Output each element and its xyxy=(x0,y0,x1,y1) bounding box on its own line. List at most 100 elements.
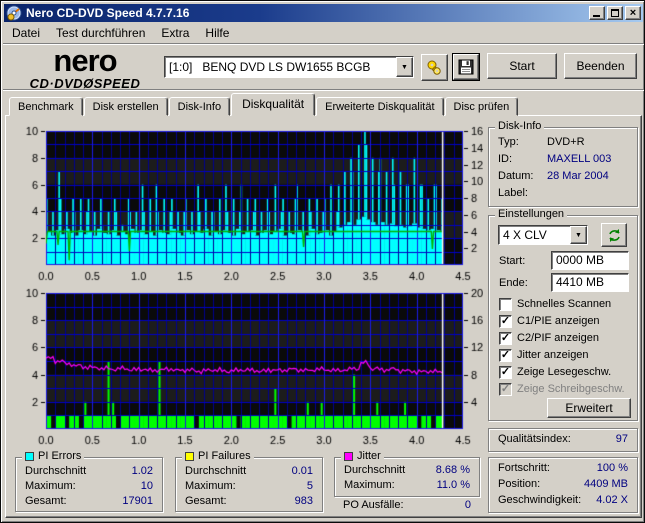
close-button[interactable]: × xyxy=(625,6,641,20)
quality-index-panel: Qualitätsindex: 97 xyxy=(488,428,638,452)
lesegeschw-label: Zeige Lesegeschw. xyxy=(517,366,612,378)
po-failures-row: PO Ausfälle: 0 xyxy=(334,499,480,514)
jitter-label: Jitter anzeigen xyxy=(517,349,589,361)
pi-failures-swatch xyxy=(185,451,194,461)
tab-disk-info[interactable]: Disk-Info xyxy=(168,97,231,116)
checkbox-jitter[interactable]: ✓ Jitter anzeigen xyxy=(499,348,589,362)
end-field[interactable]: 4410 MB xyxy=(551,273,629,292)
drive-select[interactable]: [1:0] BENQ DVD LS DW1655 BCGB ▼ xyxy=(164,56,414,78)
disk-info-title: Disk-Info xyxy=(495,120,545,132)
refresh-icon xyxy=(608,228,620,242)
jitter-legend: Jitter xyxy=(341,450,384,462)
checkbox-c2-pif[interactable]: ✓ C2/PIF anzeigen xyxy=(499,331,599,345)
label-label: Label: xyxy=(498,187,528,199)
progress-label: Fortschritt: xyxy=(498,462,550,474)
header-separator xyxy=(3,89,644,91)
tab-erweiterte-diskqualitaet[interactable]: Erweiterte Diskqualität xyxy=(316,97,444,116)
pi-errors-chart xyxy=(11,120,483,286)
scan-speed-value: 4 X CLV xyxy=(503,228,547,242)
minimize-button[interactable] xyxy=(589,6,605,20)
maximize-icon xyxy=(611,9,619,17)
speed-label: Geschwindigkeit: xyxy=(498,494,582,506)
c2-pif-checkbox[interactable]: ✓ xyxy=(499,331,512,345)
pif-max-label: Maximum: xyxy=(185,480,236,492)
pie-avg-label: Durchschnitt xyxy=(25,465,87,477)
start-button[interactable]: Start xyxy=(487,53,557,79)
po-failures-label: PO Ausfälle: xyxy=(343,499,404,511)
schnelles-scannen-checkbox[interactable] xyxy=(499,297,512,311)
scan-speed-select[interactable]: 4 X CLV ▼ xyxy=(498,225,588,245)
quality-index-label: Qualitätsindex: xyxy=(498,433,571,445)
pie-total-value: 17901 xyxy=(122,495,153,507)
save-button[interactable] xyxy=(452,53,480,81)
jitter-panel: Jitter Durchschnitt 8.68 % Maximum: 11.0 % xyxy=(334,450,480,497)
position-label: Position: xyxy=(498,478,541,490)
settings-group: Einstellungen 4 X CLV ▼ Start: 0000 MB E… xyxy=(488,208,638,421)
quit-button[interactable]: Beenden xyxy=(564,53,637,79)
jitter-swatch xyxy=(344,451,353,461)
pi-errors-swatch xyxy=(25,451,34,461)
advanced-button-label: Erweitert xyxy=(565,401,613,415)
jitter-checkbox[interactable]: ✓ xyxy=(499,348,512,362)
drive-select-value: [1:0] BENQ DVD LS DW1655 BCGB xyxy=(169,60,371,74)
menu-extra[interactable]: Extra xyxy=(153,24,197,42)
lesegeschw-checkbox[interactable]: ✓ xyxy=(499,365,512,379)
menu-test-durchfuehren[interactable]: Test durchführen xyxy=(48,24,153,42)
menu-hilfe[interactable]: Hilfe xyxy=(197,24,237,42)
pi-failures-jitter-chart xyxy=(11,285,483,445)
quit-button-label: Beenden xyxy=(576,59,625,73)
pi-failures-title: PI Failures xyxy=(198,450,251,462)
refresh-button[interactable] xyxy=(601,223,627,247)
minimize-icon xyxy=(593,15,600,17)
checkbox-schnelles-scannen[interactable]: Schnelles Scannen xyxy=(499,297,611,311)
menu-datei[interactable]: Datei xyxy=(4,24,48,42)
start-field[interactable]: 0000 MB xyxy=(551,251,629,270)
checkbox-c1-pie[interactable]: ✓ C1/PIE anzeigen xyxy=(499,314,600,328)
maximize-button[interactable] xyxy=(607,6,623,20)
c1-pie-label: C1/PIE anzeigen xyxy=(517,315,600,327)
id-value: MAXELL 003 xyxy=(547,153,612,165)
pif-avg-value: 0.01 xyxy=(291,465,313,477)
typ-label: Typ: xyxy=(498,136,519,148)
speed-value: 4.02 X xyxy=(596,494,628,506)
schreibgeschw-label: Zeige Schreibgeschw. xyxy=(517,383,625,395)
menu-bar: Datei Test durchführen Extra Hilfe xyxy=(4,23,643,43)
tab-disk-erstellen[interactable]: Disk erstellen xyxy=(83,97,168,116)
position-value: 4409 MB xyxy=(583,478,628,490)
tab-benchmark[interactable]: Benchmark xyxy=(9,97,83,116)
jitter-max-label: Maximum: xyxy=(344,479,395,491)
drive-select-arrow[interactable]: ▼ xyxy=(396,57,413,77)
pif-avg-label: Durchschnitt xyxy=(185,465,247,477)
progress-panel: Fortschritt: 100 % Position: 4409 MB Ges… xyxy=(488,457,638,513)
jitter-title: Jitter xyxy=(357,450,381,462)
app-icon xyxy=(6,5,22,21)
pie-avg-value: 1.02 xyxy=(131,465,153,477)
datum-value: 28 Mar 2004 xyxy=(547,170,609,182)
tab-disc-pruefen[interactable]: Disc prüfen xyxy=(444,97,519,116)
pif-max-value: 5 xyxy=(306,480,313,492)
c1-pie-checkbox[interactable]: ✓ xyxy=(499,314,512,328)
start-field-label: Start: xyxy=(499,255,526,267)
checkbox-schreibgeschw: ✓ Zeige Schreibgeschw. xyxy=(499,382,625,396)
schnelles-scannen-label: Schnelles Scannen xyxy=(517,298,612,310)
tab-diskqualitaet[interactable]: Diskqualität xyxy=(231,93,316,116)
advanced-button[interactable]: Erweitert xyxy=(547,398,631,418)
start-button-label: Start xyxy=(509,59,535,73)
pi-failures-legend: PI Failures xyxy=(182,450,254,462)
pi-errors-legend: PI Errors xyxy=(22,450,85,462)
window-title: Nero CD-DVD Speed 4.7.7.16 xyxy=(26,6,190,20)
checkbox-lesegeschw[interactable]: ✓ Zeige Lesegeschw. xyxy=(499,365,611,379)
pif-total-label: Gesamt: xyxy=(185,495,227,507)
tab-strip: Benchmark Disk erstellen Disk-Info Diskq… xyxy=(9,93,519,116)
settings-title: Einstellungen xyxy=(495,208,568,220)
pi-failures-panel: PI Failures Durchschnitt 0.01 Maximum: 5 G… xyxy=(175,450,323,512)
pie-max-label: Maximum: xyxy=(25,480,76,492)
pi-errors-title: PI Errors xyxy=(38,450,82,462)
drive-tools-button[interactable] xyxy=(421,54,448,81)
jitter-avg-label: Durchschnitt xyxy=(344,464,406,476)
disk-info-group: Disk-Info Typ: DVD+R ID: MAXELL 003 Datum:… xyxy=(488,120,638,207)
title-bar: Nero CD-DVD Speed 4.7.7.16 × xyxy=(4,4,643,22)
save-floppy-icon xyxy=(458,59,474,75)
nero-logo: nero CD·DVDØSPEED xyxy=(11,45,159,90)
scan-speed-arrow[interactable]: ▼ xyxy=(570,226,587,244)
